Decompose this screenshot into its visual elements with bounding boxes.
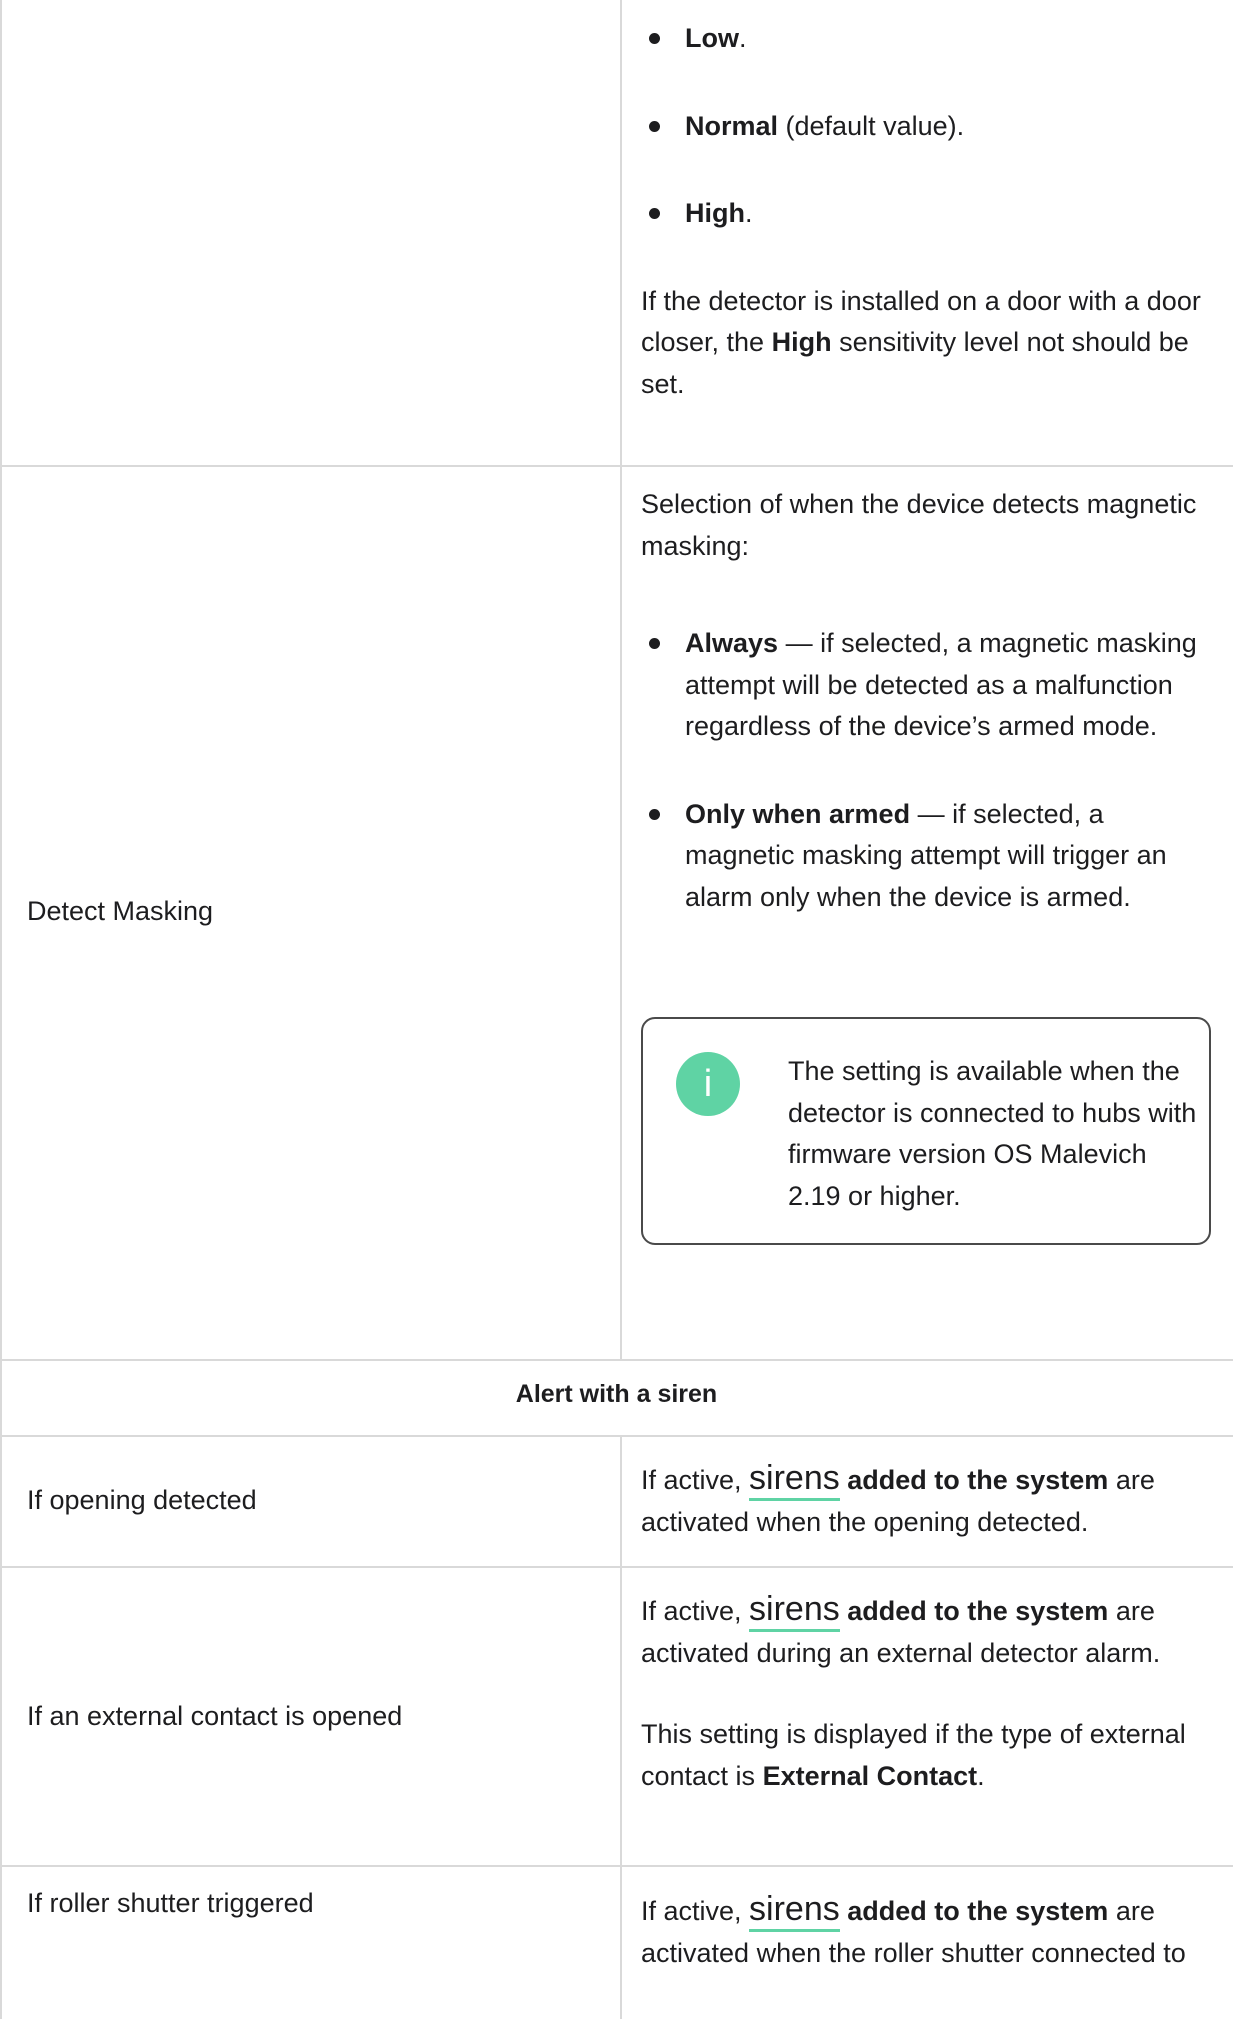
siren-row-note: This setting is displayed if the type of… xyxy=(641,1719,1186,1791)
list-item: Always — if selected, a magnetic masking… xyxy=(641,623,1211,748)
sensitivity-cell: Low. Normal (default value). High. If th… xyxy=(641,18,1211,405)
column-divider-top xyxy=(620,0,622,1360)
table-border-left xyxy=(0,0,2,2019)
list-item: Low. xyxy=(641,18,1211,60)
detect-masking-intro: Selection of when the device detects mag… xyxy=(641,489,1197,561)
settings-table: Low. Normal (default value). High. If th… xyxy=(0,0,1233,2019)
row-divider xyxy=(0,1435,1233,1437)
siren-row-description: If active, sirens added to the system ar… xyxy=(641,1459,1155,1537)
siren-row-name: If roller shutter triggered xyxy=(27,1888,314,1918)
detect-masking-name: Detect Masking xyxy=(27,896,214,926)
sensitivity-options: Low. Normal (default value). High. xyxy=(641,18,1211,235)
siren-row-name: If opening detected xyxy=(27,1485,257,1515)
info-callout: i The setting is available when the dete… xyxy=(641,1017,1211,1245)
sirens-link[interactable]: sirens xyxy=(749,1459,840,1501)
siren-row-description: If active, sirens added to the system ar… xyxy=(641,1590,1211,1797)
siren-row-name: If an external contact is opened xyxy=(27,1701,403,1731)
detect-masking-description: Selection of when the device detects mag… xyxy=(641,484,1211,918)
sirens-link[interactable]: sirens xyxy=(749,1890,840,1932)
row-divider xyxy=(0,1359,1233,1361)
row-divider xyxy=(0,1566,1233,1568)
info-text: The setting is available when the detect… xyxy=(788,1056,1197,1211)
list-item: Only when armed — if selected, a magneti… xyxy=(641,794,1211,919)
section-header: Alert with a siren xyxy=(515,1380,718,1408)
row-divider xyxy=(0,1865,1233,1867)
column-divider-bottom xyxy=(620,1436,622,2019)
list-item: High. xyxy=(641,193,1211,235)
sensitivity-note: If the detector is installed on a door w… xyxy=(641,285,1201,399)
siren-row-description: If active, sirens added to the system ar… xyxy=(641,1890,1186,1968)
row-divider xyxy=(0,465,1233,467)
info-icon: i xyxy=(676,1052,740,1116)
sirens-link[interactable]: sirens xyxy=(749,1590,840,1632)
detect-masking-options: Always — if selected, a magnetic masking… xyxy=(641,623,1211,918)
list-item: Normal (default value). xyxy=(641,106,1211,148)
